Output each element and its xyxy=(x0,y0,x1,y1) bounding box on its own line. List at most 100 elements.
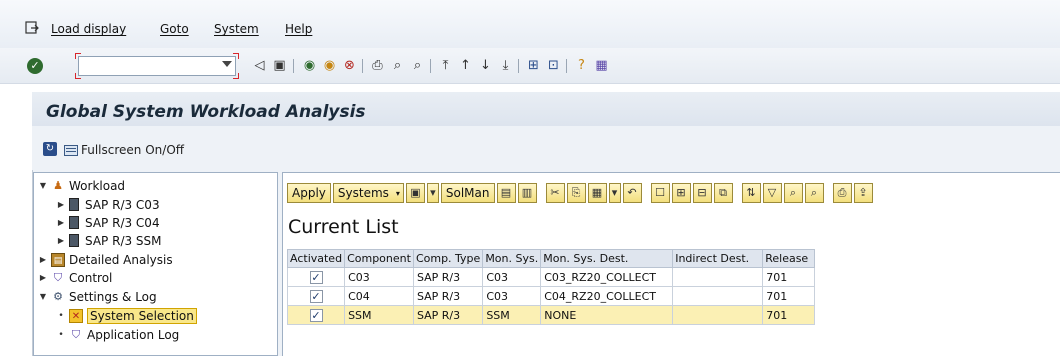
refresh-icon[interactable]: ↻ xyxy=(43,142,57,156)
first-page-icon[interactable]: ⤒ xyxy=(438,58,453,73)
page-title: Global System Workload Analysis xyxy=(46,102,366,122)
collapsed-arrow-icon[interactable]: ▶ xyxy=(56,200,66,209)
table-header-row: Activated Component Comp. Type Mon. Sys.… xyxy=(286,249,816,268)
tree-label: Detailed Analysis xyxy=(69,252,173,267)
print-icon[interactable]: ⎙ xyxy=(832,183,852,203)
column-header-mon-sys-dest[interactable]: Mon. Sys. Dest. xyxy=(540,249,674,268)
list-title: Current List xyxy=(288,216,399,238)
paste-icon[interactable]: ▦ xyxy=(587,183,607,203)
tree-node-settings-log[interactable]: ▼ ⚙ Settings & Log xyxy=(38,288,157,305)
previous-page-icon[interactable]: ↑ xyxy=(458,58,473,73)
tree-node-detailed-analysis[interactable]: ▶ ▤ Detailed Analysis xyxy=(38,251,173,268)
tree-node-system-c04[interactable]: ▶ SAP R/3 C04 xyxy=(56,214,160,231)
export-icon[interactable]: ⇪ xyxy=(853,183,873,203)
expanded-arrow-icon[interactable]: ▼ xyxy=(38,181,48,190)
cell-release: 701 xyxy=(762,267,816,287)
cancel-icon[interactable]: ⊗ xyxy=(342,58,357,73)
menu-help[interactable]: Help xyxy=(285,22,312,36)
tree-node-system-selection[interactable]: • ✕ System Selection xyxy=(56,307,197,324)
fullscreen-toggle-button[interactable]: Fullscreen On/Off xyxy=(64,141,184,159)
tree-node-control[interactable]: ▶ ⛉ Control xyxy=(38,269,112,286)
find-next-icon[interactable]: ⌕ xyxy=(410,58,425,73)
cut-icon[interactable]: ✂ xyxy=(545,183,565,203)
details-icon[interactable]: ▤ xyxy=(496,183,516,203)
create-session-icon[interactable]: ⊞ xyxy=(526,58,541,73)
insert-row-icon[interactable]: ⊞ xyxy=(671,183,691,203)
table-row[interactable]: ✓ C03 SAP R/3 C03 C03_RZ20_COLLECT 701 xyxy=(286,267,816,287)
analysis-icon: ▤ xyxy=(51,252,65,267)
command-history-dropdown-icon[interactable] xyxy=(222,61,232,67)
print-icon[interactable]: ⎙ xyxy=(370,58,385,73)
column-header-component[interactable]: Component xyxy=(344,249,414,268)
last-page-icon[interactable]: ⤓ xyxy=(498,58,513,73)
dropdown-icon[interactable]: ▾ xyxy=(608,183,621,203)
activated-checkbox[interactable]: ✓ xyxy=(309,270,323,284)
table-row[interactable]: ✓ C04 SAP R/3 C03 C04_RZ20_COLLECT 701 xyxy=(286,286,816,306)
back-arrow-icon[interactable]: ◁ xyxy=(252,58,267,73)
settings-icon: ⚙ xyxy=(53,289,63,303)
menu-system[interactable]: System xyxy=(214,22,259,36)
table-row[interactable]: ✓ SSM SAP R/3 SSM NONE 701 xyxy=(286,305,816,325)
bullet-icon: • xyxy=(58,329,64,340)
next-page-icon[interactable]: ↓ xyxy=(478,58,493,73)
column-header-indirect-dest[interactable]: Indirect Dest. xyxy=(672,249,764,268)
copy-icon[interactable]: ⎘ xyxy=(566,183,586,203)
collapsed-arrow-icon[interactable]: ▶ xyxy=(38,273,48,282)
solman-button[interactable]: SolMan xyxy=(440,183,495,203)
undo-icon[interactable]: ↶ xyxy=(622,183,642,203)
column-header-mon-sys[interactable]: Mon. Sys. xyxy=(482,249,542,268)
cell-component: C04 xyxy=(344,286,414,306)
cell-comp-type: SAP R/3 xyxy=(412,267,484,287)
filter-icon[interactable]: ▽ xyxy=(762,183,782,203)
help-icon[interactable]: ? xyxy=(574,58,589,73)
cell-mon-sys: SSM xyxy=(482,305,542,325)
menu-goto[interactable]: Goto xyxy=(160,22,189,36)
shortcut-icon[interactable]: ⊡ xyxy=(546,58,561,73)
tree-label: SAP R/3 C04 xyxy=(85,215,160,230)
find-icon[interactable]: ⌕ xyxy=(390,58,405,73)
copy-row-icon[interactable]: ⧉ xyxy=(713,183,733,203)
server-icon xyxy=(69,198,79,211)
menu-load-display[interactable]: Load display xyxy=(51,22,126,36)
save-icon[interactable]: ▣ xyxy=(405,183,425,203)
tree-node-system-c03[interactable]: ▶ SAP R/3 C03 xyxy=(56,196,160,213)
cell-mon-sys-dest: C03_RZ20_COLLECT xyxy=(540,267,674,287)
toolbar-separator xyxy=(518,59,519,73)
tree-node-application-log[interactable]: • ⛉ Application Log xyxy=(56,326,179,343)
delete-row-icon[interactable]: ⊟ xyxy=(692,183,712,203)
back-icon[interactable]: ◉ xyxy=(302,58,317,73)
dropdown-icon[interactable]: ▾ xyxy=(426,183,439,203)
apply-button[interactable]: Apply xyxy=(287,183,331,203)
bullet-icon: • xyxy=(58,310,64,321)
tree-node-workload[interactable]: ▼ ♟ Workload xyxy=(38,177,125,194)
enter-checkmark-icon[interactable]: ✓ xyxy=(27,58,43,74)
system-selection-icon: ✕ xyxy=(69,308,83,323)
cell-release: 701 xyxy=(762,286,816,306)
column-header-comp-type[interactable]: Comp. Type xyxy=(412,249,484,268)
collapsed-arrow-icon[interactable]: ▶ xyxy=(56,236,66,245)
collapsed-arrow-icon[interactable]: ▶ xyxy=(38,255,48,264)
tree-label: Application Log xyxy=(87,327,180,342)
cell-component: C03 xyxy=(344,267,414,287)
find-icon[interactable]: ⌕ xyxy=(783,183,803,203)
sort-icon[interactable]: ⇅ xyxy=(741,183,761,203)
control-icon: ⛉ xyxy=(53,270,63,284)
tree-label: Workload xyxy=(69,178,126,193)
activated-checkbox[interactable]: ✓ xyxy=(309,308,323,322)
command-field[interactable] xyxy=(78,56,236,76)
layout-menu-icon[interactable]: ▦ xyxy=(594,58,609,73)
save-icon[interactable]: ▣ xyxy=(272,58,287,73)
new-row-icon[interactable]: ☐ xyxy=(650,183,670,203)
tree-node-system-ssm[interactable]: ▶ SAP R/3 SSM xyxy=(56,232,162,249)
column-header-release[interactable]: Release xyxy=(762,249,816,268)
systems-button[interactable]: Systems ▾ xyxy=(332,183,404,203)
expanded-arrow-icon[interactable]: ▼ xyxy=(38,292,48,301)
find-next-icon[interactable]: ⌕ xyxy=(804,183,824,203)
exit-menu-icon[interactable] xyxy=(25,21,39,35)
activated-checkbox[interactable]: ✓ xyxy=(309,289,323,303)
collapsed-arrow-icon[interactable]: ▶ xyxy=(56,218,66,227)
table-icon[interactable]: ▥ xyxy=(517,183,537,203)
cell-comp-type: SAP R/3 xyxy=(412,286,484,306)
exit-icon[interactable]: ◉ xyxy=(322,58,337,73)
column-header-activated[interactable]: Activated xyxy=(286,249,346,268)
